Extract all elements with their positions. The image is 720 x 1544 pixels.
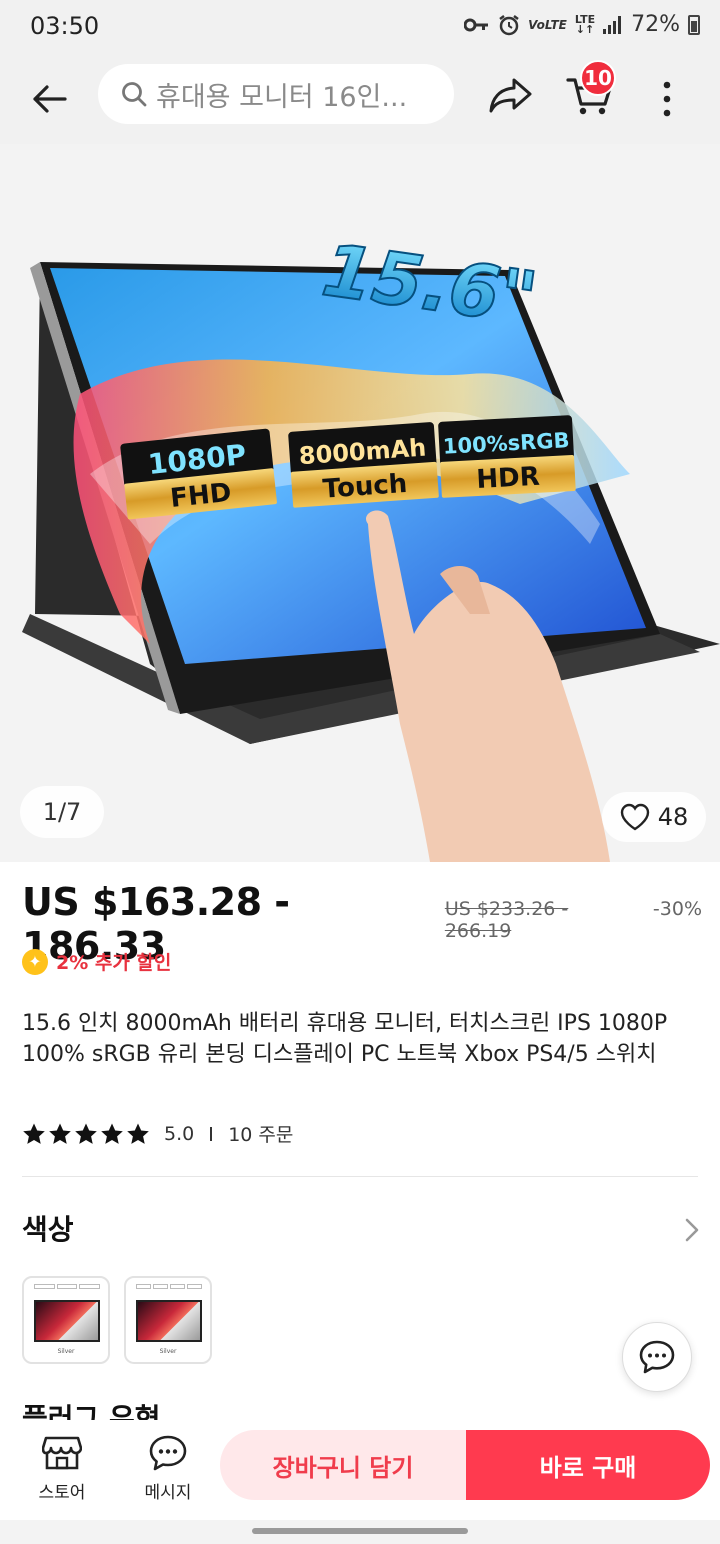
bottom-action-bar: 스토어 메시지 장바구니 담기 바로 구매: [0, 1420, 720, 1520]
signal-icon: [603, 15, 622, 34]
buy-now-button[interactable]: 바로 구매: [466, 1430, 710, 1500]
store-button[interactable]: 스토어: [22, 1434, 102, 1503]
search-bar[interactable]: 휴대용 모니터 16인...: [98, 64, 454, 124]
heart-icon: [620, 803, 649, 831]
extra-discount-label: 2% 추가 할인: [56, 952, 172, 974]
rating-value: 5.0: [164, 1122, 195, 1145]
badge-2-line2: Touch: [322, 469, 408, 505]
star-icon: [75, 1123, 97, 1144]
color-swatch[interactable]: Silver: [22, 1276, 110, 1364]
add-to-cart-button[interactable]: 장바구니 담기: [220, 1430, 466, 1500]
status-icons: VoLTE LTE ↓↑ 72%: [464, 12, 700, 37]
product-image: 15.6" 1080P FHD 8000mAh Touch 100%sRGB H…: [22, 227, 720, 862]
rating-row[interactable]: 5.0 10 주문: [22, 1120, 293, 1147]
swatch-thumbnail: [136, 1300, 202, 1342]
search-icon: [122, 82, 147, 107]
cart-count-badge: 10: [580, 60, 616, 96]
orders-count: 10 주문: [228, 1124, 294, 1146]
color-swatches: Silver Silver: [22, 1276, 212, 1364]
color-section-title: 색상: [22, 1213, 74, 1246]
top-navigation: 휴대용 모니터 16인... 10: [0, 54, 720, 144]
swatch-spec-labels: [34, 1284, 101, 1289]
lte-label: LTE: [574, 12, 596, 26]
more-options-button[interactable]: [650, 76, 684, 122]
lte-icon: LTE ↓↑: [574, 12, 596, 36]
system-nav-bar: [0, 1520, 720, 1544]
message-label: 메시지: [144, 1483, 192, 1503]
chat-float-button[interactable]: [622, 1322, 692, 1392]
chat-bubble-icon: [639, 1340, 675, 1374]
star-icon: [127, 1123, 149, 1144]
original-price: US $233.26 - 266.19: [444, 898, 569, 942]
chevron-right-icon: [685, 1218, 699, 1242]
battery-icon: [688, 14, 700, 35]
star-icon: [23, 1123, 45, 1144]
message-button[interactable]: 메시지: [128, 1434, 208, 1503]
badge-1-line2: FHD: [169, 478, 233, 514]
section-divider: [22, 1176, 698, 1177]
wishlist-button[interactable]: 48: [602, 792, 706, 842]
home-indicator[interactable]: [252, 1528, 468, 1534]
discount-percent: -30%: [652, 898, 702, 920]
product-title: 15.6 인치 8000mAh 배터리 휴대용 모니터, 터치스크린 IPS 1…: [22, 1011, 668, 1067]
battery-percent: 72%: [631, 12, 680, 37]
alarm-icon: [499, 14, 519, 35]
message-icon: [149, 1435, 187, 1471]
status-time: 03:50: [30, 12, 100, 40]
store-icon: [42, 1436, 82, 1470]
rating-separator: [210, 1126, 213, 1141]
swatch-thumbnail: [34, 1300, 100, 1342]
store-label: 스토어: [38, 1483, 86, 1503]
badge-3-line2: HDR: [476, 462, 541, 495]
image-page-indicator: 1/7: [20, 786, 104, 838]
share-icon: [489, 78, 532, 113]
volte-icon: VoLTE: [528, 17, 567, 32]
color-swatch[interactable]: Silver: [124, 1276, 212, 1364]
coin-icon: ✦: [22, 948, 48, 975]
share-button[interactable]: [488, 76, 538, 122]
swatch-label: Silver: [159, 1348, 177, 1355]
rating-stars: [22, 1122, 150, 1146]
back-button[interactable]: [26, 76, 72, 122]
star-icon: [49, 1123, 71, 1144]
status-bar: 03:50 VoLTE LTE ↓↑ 72%: [0, 0, 720, 54]
key-icon: [464, 18, 489, 31]
search-input[interactable]: 휴대용 모니터 16인...: [156, 75, 407, 114]
color-section-expand[interactable]: [682, 1216, 702, 1244]
star-icon: [101, 1123, 123, 1144]
plug-type-section-title: 플러그 유형: [22, 1402, 161, 1420]
swatch-label: Silver: [57, 1348, 75, 1355]
swatch-spec-labels: [136, 1284, 202, 1289]
more-vertical-icon: [663, 81, 671, 117]
extra-discount[interactable]: ✦ 2% 추가 할인: [22, 948, 171, 975]
arrow-left-icon: [33, 85, 67, 113]
wishlist-count: 48: [657, 803, 689, 831]
product-image-carousel[interactable]: 15.6" 1080P FHD 8000mAh Touch 100%sRGB H…: [0, 144, 720, 862]
price-row: US $163.28 - 186.33 US $233.26 - 266.19 …: [22, 880, 702, 968]
